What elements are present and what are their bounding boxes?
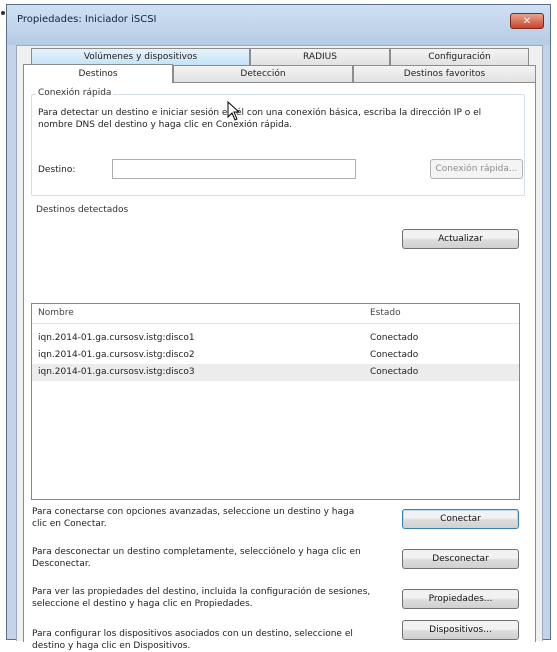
properties-description: Para ver las propiedades del destino, in… [32,587,371,609]
dialog-body: Volúmenes y dispositivos RADIUS Configur… [16,45,543,651]
close-button[interactable]: ✕ [510,13,544,29]
tab-destinos[interactable]: Destinos [23,64,173,83]
column-header-name[interactable]: Nombre [38,308,74,318]
quick-connect-button[interactable]: Conexión rápida... [430,159,523,179]
tab-volumenes[interactable]: Volúmenes y dispositivos [31,48,250,65]
close-icon: ✕ [522,15,532,27]
target-input[interactable] [112,159,356,179]
target-name: iqn.2014-01.ga.cursosv.istg:disco1 [38,333,195,343]
refresh-button[interactable]: Actualizar [402,229,519,249]
target-name: iqn.2014-01.ga.cursosv.istg:disco3 [38,367,195,377]
target-name: iqn.2014-01.ga.cursosv.istg:disco2 [38,350,195,360]
targets-list[interactable]: Nombre Estado iqn.2014-01.ga.cursosv.ist… [31,303,520,500]
tab-deteccion[interactable]: Detección [173,65,353,82]
window-title: Propiedades: Iniciador iSCSI [17,14,157,25]
table-row[interactable]: iqn.2014-01.ga.cursosv.istg:disco1 Conec… [32,330,519,347]
target-status: Conectado [370,367,419,377]
properties-button[interactable]: Propiedades... [402,589,519,609]
connect-description: Para conectarse con opciones avanzadas, … [32,507,355,529]
column-header-status[interactable]: Estado [370,308,401,318]
table-row[interactable]: iqn.2014-01.ga.cursosv.istg:disco3 Conec… [32,364,519,381]
tab-panel-destinos: Conexión rápida Para detectar un destino… [23,82,536,651]
disconnect-description: Para desconectar un destino completament… [32,547,361,569]
target-label: Destino: [38,165,76,175]
quick-connect-description: Para detectar un destino e iniciar sesió… [38,108,482,130]
quick-connect-legend: Conexión rápida [36,88,114,98]
dialog-window: Propiedades: Iniciador iSCSI ✕ Volúmenes… [6,4,551,651]
list-header: Nombre Estado [32,304,519,324]
tab-configuracion[interactable]: Configuración [390,48,529,65]
devices-button[interactable]: Dispositivos... [402,620,519,640]
devices-description: Para configurar los dispositivos asociad… [32,629,353,651]
title-bar: Propiedades: Iniciador iSCSI ✕ [7,5,550,45]
connect-button[interactable]: Conectar [402,509,519,529]
disconnect-button[interactable]: Desconectar [402,549,519,569]
table-row[interactable]: iqn.2014-01.ga.cursosv.istg:disco2 Conec… [32,347,519,364]
target-status: Conectado [370,350,419,360]
tab-radius[interactable]: RADIUS [250,48,390,65]
mouse-cursor-icon [227,101,241,121]
tab-destinos-favoritos[interactable]: Destinos favoritos [353,65,536,82]
target-status: Conectado [370,333,419,343]
discovered-legend: Destinos detectados [34,205,131,215]
